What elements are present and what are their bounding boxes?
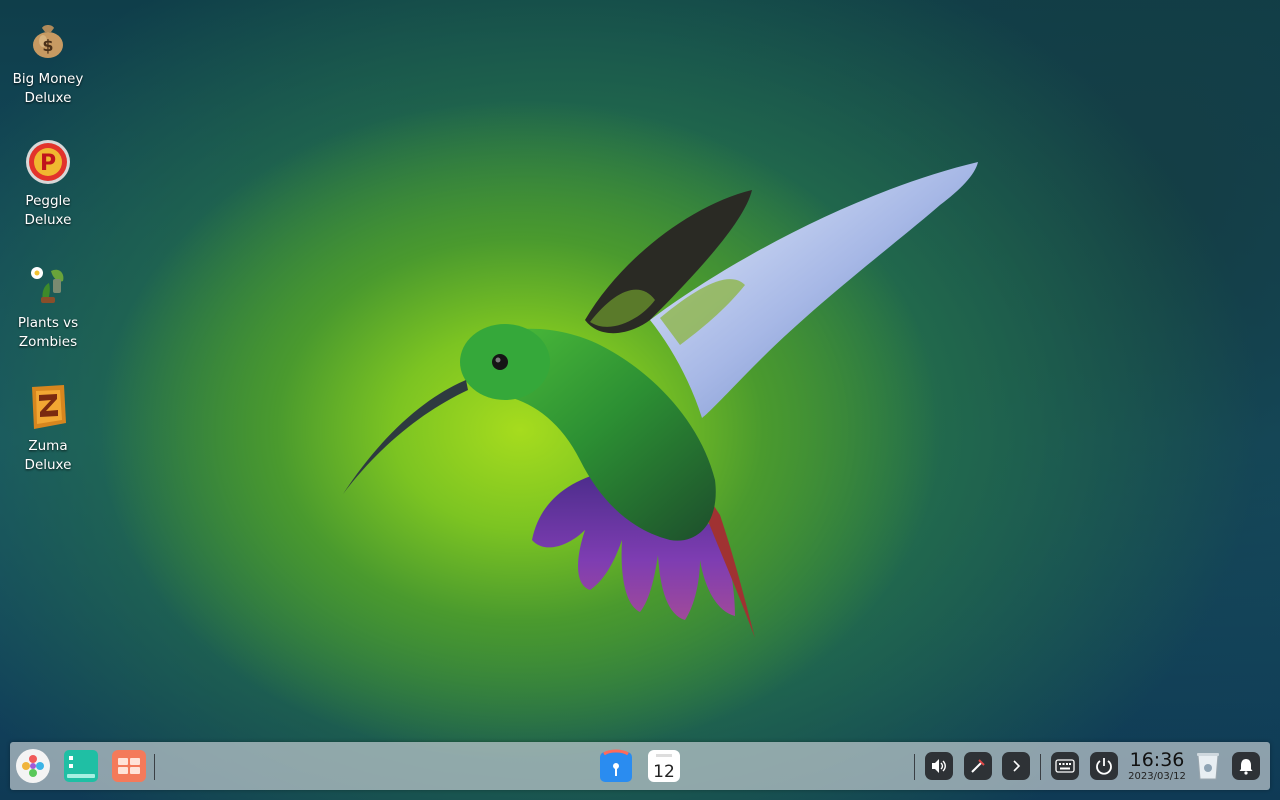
launcher-button[interactable] [15, 748, 51, 784]
keyboard-icon [1055, 759, 1075, 773]
dock-separator [154, 754, 155, 780]
svg-text:$: $ [42, 36, 53, 55]
plants-vs-zombies-icon [24, 260, 72, 308]
dock-separator [914, 754, 915, 780]
desktop-icon-zuma-deluxe[interactable]: Zuma Deluxe [8, 383, 88, 475]
keyboard-button[interactable] [1051, 752, 1079, 780]
bell-icon [1239, 759, 1253, 775]
desktop-icon-label: Peggle Deluxe [24, 193, 72, 228]
clock[interactable]: 16:36 2023/03/12 [1126, 750, 1188, 783]
trash-icon [1197, 753, 1219, 780]
desktop-icon-plants-vs-zombies[interactable]: Plants vs Zombies [8, 260, 88, 352]
expand-tray-button[interactable] [1002, 752, 1030, 780]
desktop-icon-label: Zuma Deluxe [24, 438, 72, 473]
hummingbird-wallpaper [343, 162, 978, 638]
multitasking-view-icon [64, 750, 98, 782]
app-store-button[interactable] [598, 748, 634, 784]
desktop-icon-label: Big Money Deluxe [12, 71, 84, 106]
desktop-icon-label: Plants vs Zombies [17, 315, 79, 350]
multitasking-view-button[interactable] [63, 748, 99, 784]
zuma-icon [24, 383, 72, 431]
screen-projection-button[interactable] [964, 752, 992, 780]
app-store-icon [600, 749, 632, 782]
dock-separator [1040, 754, 1041, 780]
clock-date: 2023/03/12 [1128, 771, 1186, 782]
desktop-grid-icon [112, 750, 146, 782]
power-icon [1096, 758, 1112, 775]
dock: 12 16:36 2023/03/12 [10, 742, 1270, 790]
power-button[interactable] [1090, 752, 1118, 780]
calendar-button[interactable]: 12 [646, 748, 682, 784]
clock-time: 16:36 [1129, 749, 1185, 771]
screen-projection-icon [971, 759, 985, 773]
peggle-icon: P [24, 138, 72, 186]
money-bag-icon: $ [24, 16, 72, 64]
volume-button[interactable] [925, 752, 953, 780]
desktop-icon-big-money-deluxe[interactable]: $ Big Money Deluxe [8, 16, 88, 108]
calendar-icon: 12 [648, 750, 680, 782]
svg-text:P: P [40, 151, 56, 176]
launcher-icon [16, 749, 50, 783]
desktop: $ Big Money Deluxe P Peggle Deluxe Plant… [0, 0, 1280, 800]
notification-button[interactable] [1232, 752, 1260, 780]
calendar-day: 12 [653, 762, 675, 782]
desktop-icon-peggle-deluxe[interactable]: P Peggle Deluxe [8, 138, 88, 230]
trash-button[interactable] [1192, 750, 1224, 782]
desktop-grid-button[interactable] [111, 748, 147, 784]
volume-icon [932, 759, 946, 773]
expand-tray-icon [1013, 760, 1021, 772]
